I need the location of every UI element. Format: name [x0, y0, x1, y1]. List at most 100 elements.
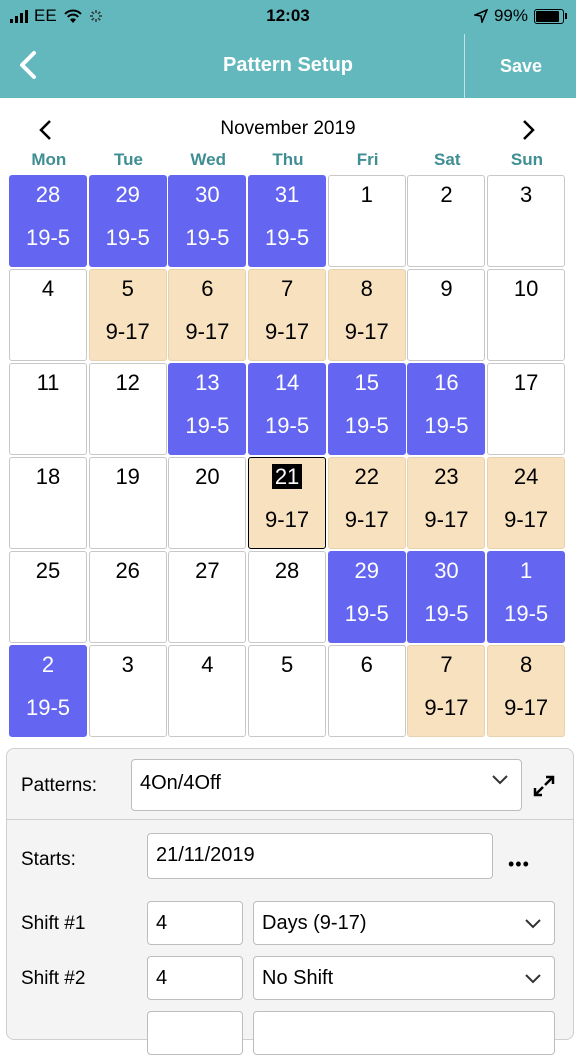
calendar-day-cell[interactable]: 6 9-17	[168, 269, 247, 361]
calendar-day-cell[interactable]: 31 19-5	[248, 175, 327, 267]
shift-1-count-field[interactable]: 4	[147, 901, 243, 945]
day-number-text: 13	[195, 370, 220, 395]
day-number: 2	[408, 182, 484, 208]
calendar-day-cell[interactable]: 17	[487, 363, 566, 455]
calendar-day-cell[interactable]: 9	[407, 269, 486, 361]
shift-time-label: 19-5	[504, 601, 549, 626]
calendar-day-cell[interactable]: 26	[88, 551, 167, 643]
next-month-chevron-icon[interactable]	[516, 118, 540, 142]
chevron-down-icon	[525, 974, 541, 984]
more-options-button[interactable]: •••	[508, 854, 530, 875]
calendar-day-cell[interactable]: 28 19-5	[9, 175, 87, 267]
calendar-day-cell[interactable]: 15 19-5	[327, 363, 406, 455]
calendar-day-cell[interactable]: 27	[168, 551, 247, 643]
pattern-settings-panel: Patterns: 4On/4Off Starts: 21/11/2019 Sh…	[6, 748, 574, 1055]
expand-arrows-icon[interactable]	[532, 774, 556, 798]
calendar-day-cell[interactable]: 3	[88, 645, 167, 737]
calendar-day-cell[interactable]: 23 9-17	[407, 457, 486, 549]
calendar-day-cell[interactable]: 29 19-5	[88, 175, 167, 267]
day-number-text: 5	[121, 276, 134, 301]
weekday-label: Sun	[510, 150, 544, 169]
calendar-day-cell[interactable]: 19	[88, 457, 167, 549]
calendar-day-cell[interactable]: 20	[168, 457, 247, 549]
calendar-day-cell[interactable]: 30 19-5	[407, 551, 486, 643]
day-number: 26	[90, 558, 166, 584]
day-number-text: 30	[195, 182, 220, 207]
calendar-day-cell[interactable]: 4	[9, 269, 87, 361]
day-number-text: 8	[520, 652, 533, 677]
day-number-text: 16	[434, 370, 459, 395]
day-number-text: 7	[280, 276, 294, 301]
day-number-text: 11	[36, 370, 60, 395]
calendar-day-cell[interactable]: 11	[9, 363, 87, 455]
shift-time-label: 19-5	[344, 601, 389, 626]
shift-time-label: 9-17	[504, 695, 549, 720]
day-number-text: 17	[513, 370, 539, 395]
shift-2-count-field[interactable]: 4	[147, 956, 243, 1000]
day-number-text: 3	[121, 652, 134, 677]
calendar-day-cell[interactable]: 22 9-17	[327, 457, 406, 549]
calendar-day-cell[interactable]: 7 9-17	[248, 269, 327, 361]
calendar-day-cell[interactable]: 25	[9, 551, 87, 643]
day-number-text: 30	[434, 558, 459, 583]
calendar-day-cell[interactable]: 6	[327, 645, 406, 737]
day-number: 25	[10, 558, 86, 584]
shift-1-select[interactable]: Days (9-17)	[253, 901, 555, 945]
weekday-header: Mon Tue Wed Thu Fri Sat Sun	[9, 150, 567, 174]
day-number: 4	[169, 652, 245, 678]
calendar-day-cell[interactable]: 5	[248, 645, 327, 737]
pattern-select[interactable]: 4On/4Off	[131, 759, 522, 811]
calendar-day-cell[interactable]: 1 19-5	[487, 551, 566, 643]
calendar-day-cell[interactable]: 21 9-17	[248, 457, 327, 549]
calendar-day-cell[interactable]: 2 19-5	[9, 645, 87, 737]
day-number: 7	[249, 276, 325, 302]
shift-3-count-field[interactable]	[147, 1011, 243, 1055]
shift-3-select[interactable]	[253, 1011, 555, 1055]
chevron-down-icon	[525, 919, 541, 929]
calendar-day-cell[interactable]: 7 9-17	[407, 645, 486, 737]
calendar-day-cell[interactable]: 12	[88, 363, 167, 455]
calendar-day-cell[interactable]: 5 9-17	[88, 269, 167, 361]
day-number-text: 15	[354, 370, 379, 395]
shift-1-count: 4	[156, 912, 168, 934]
calendar-day-cell[interactable]: 8 9-17	[487, 645, 566, 737]
shift-2-select[interactable]: No Shift	[253, 956, 555, 1000]
calendar-day-cell[interactable]: 8 9-17	[327, 269, 406, 361]
day-number: 8	[329, 276, 405, 302]
day-number: 1	[329, 182, 405, 208]
calendar-day-cell[interactable]: 10	[487, 269, 566, 361]
calendar-day-cell[interactable]: 2	[407, 175, 486, 267]
day-number-text: 6	[360, 652, 373, 677]
calendar-day-cell[interactable]: 29 19-5	[327, 551, 406, 643]
weekday-label: Wed	[190, 150, 226, 169]
day-number: 27	[169, 558, 245, 584]
calendar-day-cell[interactable]: 13 19-5	[168, 363, 247, 455]
starts-label: Starts:	[21, 849, 76, 870]
calendar-day-cell[interactable]: 24 9-17	[487, 457, 566, 549]
shift-1-label: Shift #1	[21, 913, 86, 934]
location-arrow-icon	[473, 9, 488, 23]
day-number: 5	[249, 652, 325, 678]
calendar-day-cell[interactable]: 1	[327, 175, 406, 267]
calendar-day-cell[interactable]: 14 19-5	[248, 363, 327, 455]
start-date-field[interactable]: 21/11/2019	[147, 833, 493, 879]
day-number: 3	[90, 652, 166, 678]
shift-time-label: 9-17	[344, 319, 389, 344]
shift-time-label: 9-17	[105, 319, 150, 344]
calendar-day-cell[interactable]: 4	[168, 645, 247, 737]
day-number: 12	[90, 370, 166, 396]
shift-time-label: 9-17	[185, 319, 230, 344]
calendar-day-cell[interactable]: 28	[248, 551, 327, 643]
shift-time-label: 19-5	[424, 413, 469, 438]
day-number: 5	[90, 276, 166, 302]
calendar-day-cell[interactable]: 18	[9, 457, 87, 549]
day-number: 11	[10, 370, 86, 396]
day-number: 1	[488, 558, 564, 584]
save-button[interactable]: Save	[466, 34, 576, 98]
shift-2-count: 4	[156, 967, 168, 989]
calendar-day-cell[interactable]: 16 19-5	[407, 363, 486, 455]
calendar-day-cell[interactable]: 30 19-5	[168, 175, 247, 267]
day-number: 14	[249, 370, 325, 396]
chevron-down-icon	[492, 775, 508, 785]
calendar-day-cell[interactable]: 3	[487, 175, 566, 267]
